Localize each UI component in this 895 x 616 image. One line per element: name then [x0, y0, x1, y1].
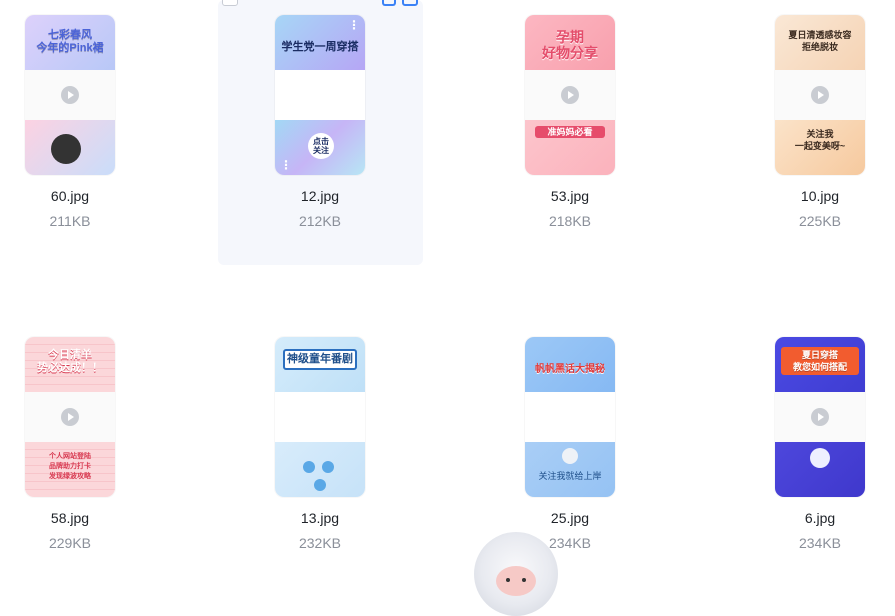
thumbnail-caption: 关注我 一起变美呀~ [794, 129, 846, 151]
file-thumbnail[interactable]: 神级童年番剧 [275, 337, 365, 497]
file-thumbnail[interactable]: 夏日穿搭 教您如何搭配 [775, 337, 865, 497]
kebab-menu-icon[interactable]: ⋮ [280, 159, 292, 171]
play-icon[interactable] [811, 408, 829, 426]
thumbnail-tag: 准妈妈必看 [535, 126, 605, 138]
file-size: 212KB [298, 213, 342, 229]
file-name: 60.jpg [50, 188, 90, 204]
thumbnail-middle [525, 392, 615, 442]
thumbnail-middle [775, 70, 865, 120]
file-card[interactable]: 学生党一周穿搭 ⋮ 点击 关注 ⋮ 12.jpg 212KB [245, 15, 395, 229]
follow-badge: 点击 关注 [308, 133, 334, 159]
play-icon[interactable] [61, 86, 79, 104]
file-size: 232KB [298, 535, 342, 551]
thumbnail-title: 今日清单 势必达成！！ [37, 349, 103, 374]
play-icon[interactable] [561, 86, 579, 104]
thumbnail-bottom-panel: 关注我 一起变美呀~ [775, 120, 865, 175]
file-card[interactable]: 孕期 好物分享 准妈妈必看 53.jpg 218KB [495, 15, 645, 229]
file-card[interactable]: 今日清单 势必达成！！ 个人网站登陆 品牌助力打卡 发现绿波攻略 58.jpg 229… [0, 337, 145, 551]
play-icon[interactable] [61, 408, 79, 426]
cat-illustration-icon [51, 134, 81, 164]
file-name: 12.jpg [300, 188, 340, 204]
avatar-eye [506, 578, 510, 582]
avatar-eye [522, 578, 526, 582]
file-card[interactable]: 神级童年番剧 13.jpg 232KB [245, 337, 395, 551]
thumbnail-checklist: 个人网站登陆 品牌助力打卡 发现绿波攻略 [49, 453, 91, 480]
thumbnail-title: 学生党一周穿搭 [281, 41, 359, 53]
select-checkbox[interactable] [222, 0, 238, 6]
thumbnail-bottom-panel [275, 442, 365, 497]
file-card[interactable]: 夏日穿搭 教您如何搭配 6.jpg 234KB [745, 337, 895, 551]
assistant-avatar[interactable] [474, 532, 558, 616]
file-size: 225KB [798, 213, 842, 229]
thumbnail-bottom-panel: 个人网站登陆 品牌助力打卡 发现绿波攻略 [25, 442, 115, 497]
file-thumbnail[interactable]: 七彩春风 今年的Pink裙 [25, 15, 115, 175]
file-name: 13.jpg [300, 510, 340, 526]
file-size: 218KB [548, 213, 592, 229]
rewind-icon[interactable] [302, 461, 315, 473]
file-thumbnail[interactable]: 孕期 好物分享 准妈妈必看 [525, 15, 615, 175]
file-thumbnail[interactable]: 学生党一周穿搭 ⋮ 点击 关注 ⋮ [275, 15, 365, 175]
play-icon[interactable] [811, 86, 829, 104]
thumbnail-middle [25, 392, 115, 442]
avatar-placeholder [562, 448, 578, 464]
thumbnail-title: 夏日穿搭 教您如何搭配 [781, 347, 859, 375]
avatar-face [496, 566, 536, 596]
file-size: 211KB [49, 213, 91, 229]
thumbnail-bottom-panel: 关注我就给上岸 [525, 442, 615, 497]
file-name: 25.jpg [550, 510, 590, 526]
forward-icon[interactable] [314, 479, 326, 491]
thumbnail-bottom-panel: 准妈妈必看 [525, 120, 615, 175]
file-thumbnail[interactable]: 夏日清透感妆容 拒绝脱妆 关注我 一起变美呀~ [775, 15, 865, 175]
thumbnail-bottom-panel [25, 120, 115, 175]
file-name: 58.jpg [50, 510, 90, 526]
more-options-icon[interactable] [402, 0, 418, 6]
thumbnail-middle [25, 70, 115, 120]
file-card[interactable]: 帆帆黑话大揭秘 关注我就给上岸 25.jpg 234KB [495, 337, 645, 551]
file-card[interactable]: 夏日清透感妆容 拒绝脱妆 关注我 一起变美呀~ 10.jpg 225KB [745, 15, 895, 229]
file-thumbnail[interactable]: 今日清单 势必达成！！ 个人网站登陆 品牌助力打卡 发现绿波攻略 [25, 337, 115, 497]
thumbnail-title: 孕期 好物分享 [542, 29, 598, 61]
thumbnail-title: 神级童年番剧 [283, 349, 357, 370]
thumbnail-middle [775, 392, 865, 442]
thumbnail-middle [275, 70, 365, 120]
file-name: 6.jpg [804, 510, 836, 526]
kebab-menu-icon[interactable]: ⋮ [348, 19, 360, 31]
media-controls [297, 460, 343, 491]
thumbnail-caption: 关注我就给上岸 [538, 471, 602, 481]
play-icon[interactable] [322, 461, 335, 473]
file-card[interactable]: 七彩春风 今年的Pink裙 60.jpg 211KB [0, 15, 145, 229]
thumbnail-middle [525, 70, 615, 120]
thumbnail-bottom-panel [775, 442, 865, 497]
thumbnail-middle [275, 392, 365, 442]
thumbnail-title: 七彩春风 今年的Pink裙 [36, 29, 104, 54]
file-name: 53.jpg [550, 188, 590, 204]
file-name: 10.jpg [800, 188, 840, 204]
thumbnail-title: 夏日清透感妆容 拒绝脱妆 [788, 30, 852, 52]
share-icon[interactable] [382, 0, 396, 6]
file-thumbnail[interactable]: 帆帆黑话大揭秘 关注我就给上岸 [525, 337, 615, 497]
file-size: 229KB [48, 535, 92, 551]
avatar-placeholder [810, 448, 830, 468]
file-size: 234KB [798, 535, 842, 551]
thumbnail-title: 帆帆黑话大揭秘 [535, 364, 605, 375]
